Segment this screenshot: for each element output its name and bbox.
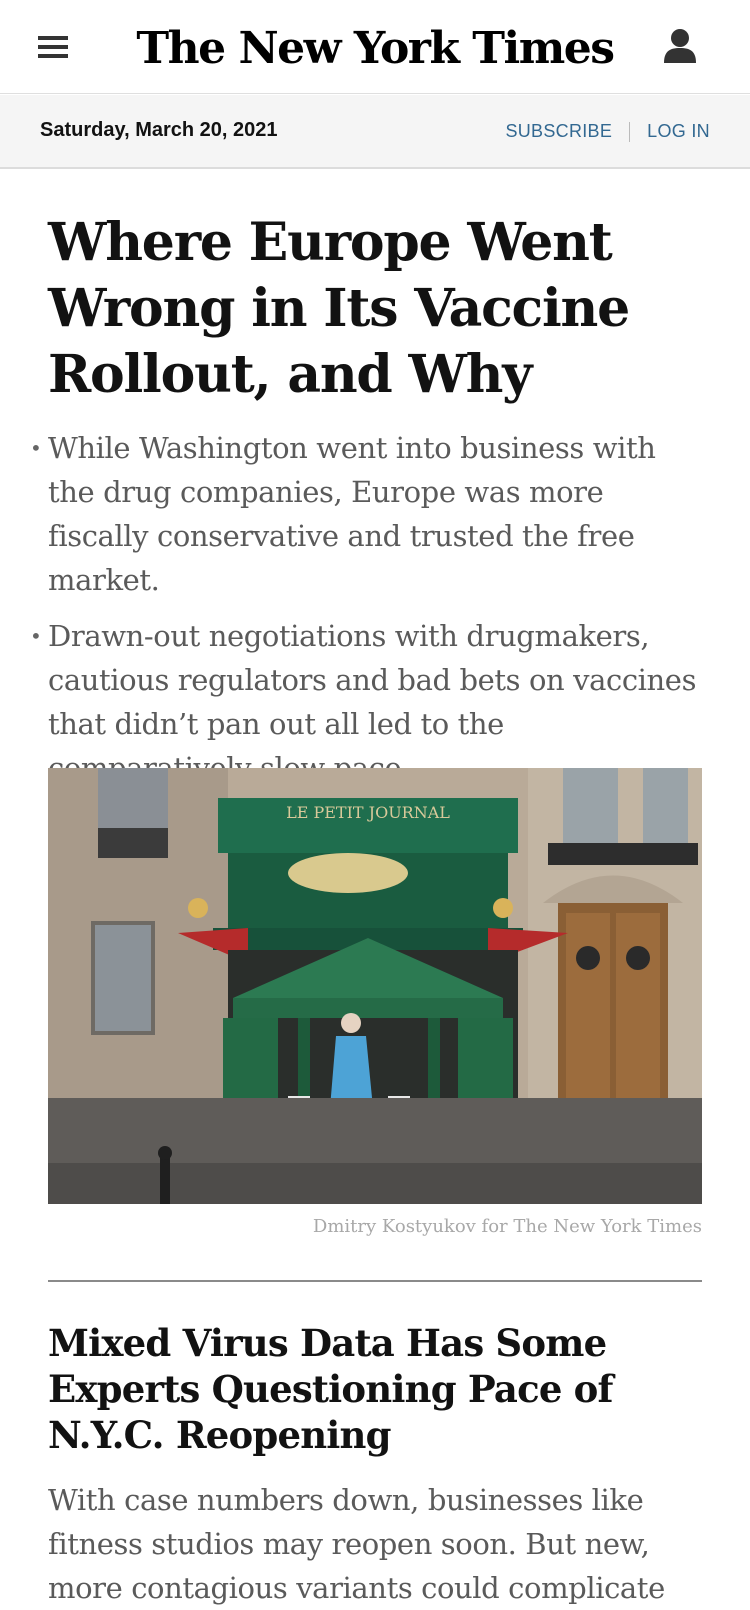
login-link[interactable]: LOG IN <box>647 121 710 142</box>
subscribe-link[interactable]: SUBSCRIBE <box>505 121 612 142</box>
bullet-icon: • <box>30 436 42 460</box>
summary-text: While Washington went into business with… <box>48 431 656 597</box>
lead-story-summary: • While Washington went into business wi… <box>30 426 703 790</box>
summary-bullet-item: • While Washington went into business wi… <box>30 426 703 602</box>
summary-text: Drawn-out negotiations with drugmakers, … <box>48 619 697 785</box>
lead-story-photo[interactable]: LE PETIT JOURNAL <box>48 768 702 1204</box>
second-story-headline[interactable]: Mixed Virus Data Has Some Experts Questi… <box>48 1320 703 1458</box>
second-story: Mixed Virus Data Has Some Experts Questi… <box>48 1320 703 1610</box>
kiosk-sign-text: LE PETIT JOURNAL <box>286 803 450 822</box>
second-story-summary: With case numbers down, businesses like … <box>48 1483 665 1605</box>
account-links: SUBSCRIBE LOG IN <box>505 121 710 142</box>
link-divider <box>629 121 631 142</box>
bullet-icon: • <box>30 624 42 648</box>
photo-credit: Dmitry Kostyukov for The New York Times <box>312 1216 702 1237</box>
story-divider <box>48 1280 702 1282</box>
masthead: The New York Times <box>0 0 750 94</box>
current-date: Saturday, March 20, 2021 <box>40 119 278 141</box>
lead-story-headline[interactable]: Where Europe Went Wrong in Its Vaccine R… <box>48 210 703 408</box>
date-bar: Saturday, March 20, 2021 SUBSCRIBE LOG I… <box>0 95 750 169</box>
lead-story: Where Europe Went Wrong in Its Vaccine R… <box>30 210 703 802</box>
summary-bullet-item: • Drawn-out negotiations with drugmakers… <box>30 614 703 790</box>
user-account-icon[interactable] <box>662 27 698 67</box>
nyt-logo[interactable]: The New York Times <box>0 20 750 78</box>
